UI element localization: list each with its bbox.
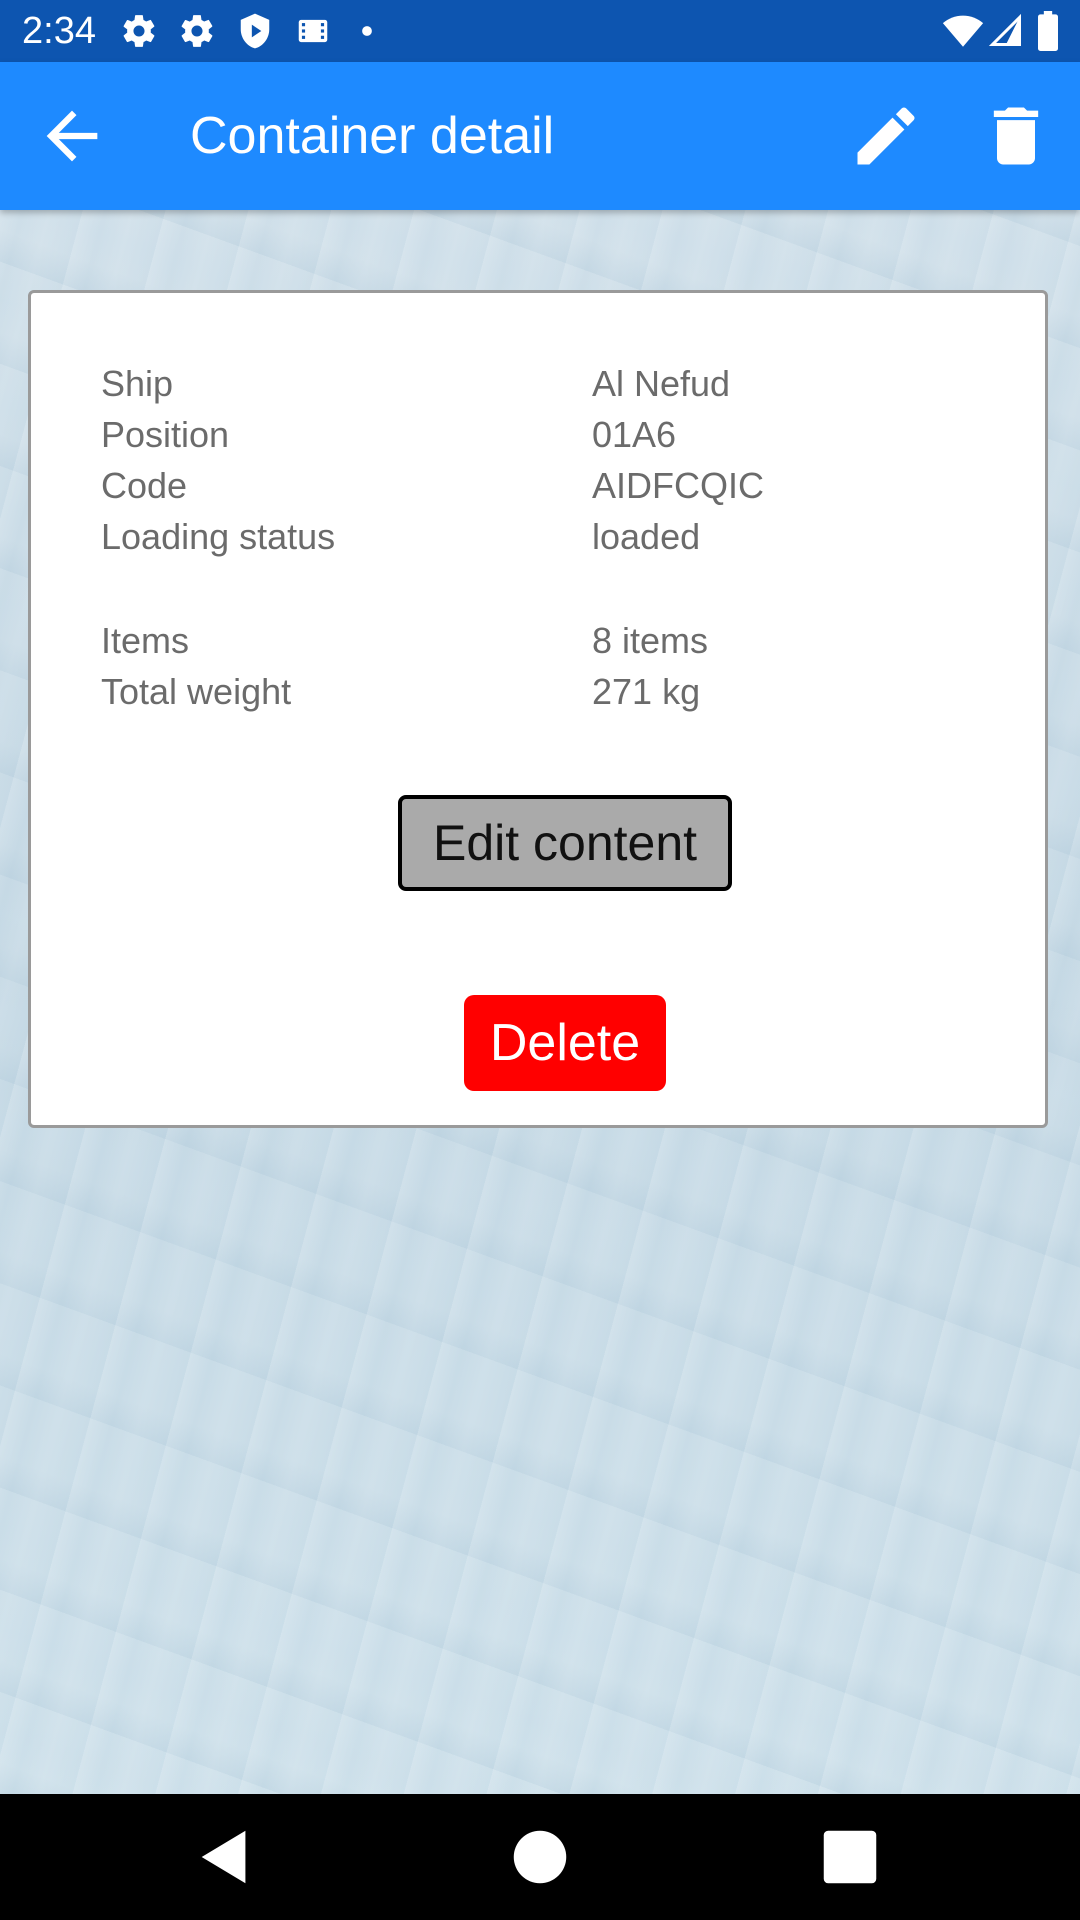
status-bar: 2:34 xyxy=(0,0,1080,62)
detail-row-ship: Ship Al Nefud xyxy=(101,359,1001,409)
detail-label: Position xyxy=(101,414,230,455)
back-button[interactable] xyxy=(34,98,110,174)
battery-icon xyxy=(1036,11,1060,51)
navigation-bar xyxy=(0,1794,1080,1920)
arrow-back-icon xyxy=(46,110,98,162)
detail-label: Total weight xyxy=(101,671,292,712)
detail-value: AIDFCQIC xyxy=(592,465,765,506)
status-time: 2:34 xyxy=(22,10,96,52)
nav-recents-button[interactable] xyxy=(815,1822,885,1892)
delete-button[interactable]: Delete xyxy=(464,995,666,1091)
nav-back-button[interactable] xyxy=(190,1822,260,1892)
cell-signal-icon xyxy=(988,11,1024,51)
detail-value: Al Nefud xyxy=(592,363,731,404)
edit-button[interactable] xyxy=(848,98,924,174)
detail-row-loading-status: Loading status loaded xyxy=(101,512,1001,562)
page-title: Container detail xyxy=(190,107,555,165)
nav-home-icon xyxy=(513,1830,567,1884)
app-bar: Container detail xyxy=(0,62,1080,210)
nav-home-button[interactable] xyxy=(505,1822,575,1892)
detail-value: loaded xyxy=(592,516,701,557)
notification-dot-icon xyxy=(354,18,380,44)
screen: 2:34 Container detail Ship Al Nefud Posi… xyxy=(0,0,1080,1920)
edit-content-button[interactable]: Edit content xyxy=(398,795,732,891)
detail-label: Loading status xyxy=(101,516,336,557)
trash-icon xyxy=(993,107,1039,165)
detail-value: 01A6 xyxy=(592,414,677,455)
detail-row-code: Code AIDFCQIC xyxy=(101,461,1001,511)
detail-value: 271 kg xyxy=(592,671,701,712)
nav-back-icon xyxy=(201,1830,246,1884)
detail-row-total-weight: Total weight 271 kg xyxy=(101,667,1001,717)
wifi-icon xyxy=(942,10,984,52)
detail-label: Items xyxy=(101,620,190,661)
settings-gear-icon xyxy=(178,12,216,50)
detail-label: Code xyxy=(101,465,188,506)
shield-icon xyxy=(236,12,274,50)
detail-label: Ship xyxy=(101,363,174,404)
pencil-icon xyxy=(857,107,915,165)
detail-card: Ship Al Nefud Position 01A6 Code AIDFCQI… xyxy=(28,290,1048,1128)
settings-gear-icon xyxy=(120,12,158,50)
detail-row-items: Items 8 items xyxy=(101,616,1001,666)
detail-row-position: Position 01A6 xyxy=(101,410,1001,460)
delete-icon-button[interactable] xyxy=(978,98,1054,174)
film-icon xyxy=(294,12,332,50)
nav-recents-icon xyxy=(823,1830,877,1884)
content-area: Ship Al Nefud Position 01A6 Code AIDFCQI… xyxy=(0,210,1080,1794)
detail-value: 8 items xyxy=(592,620,709,661)
